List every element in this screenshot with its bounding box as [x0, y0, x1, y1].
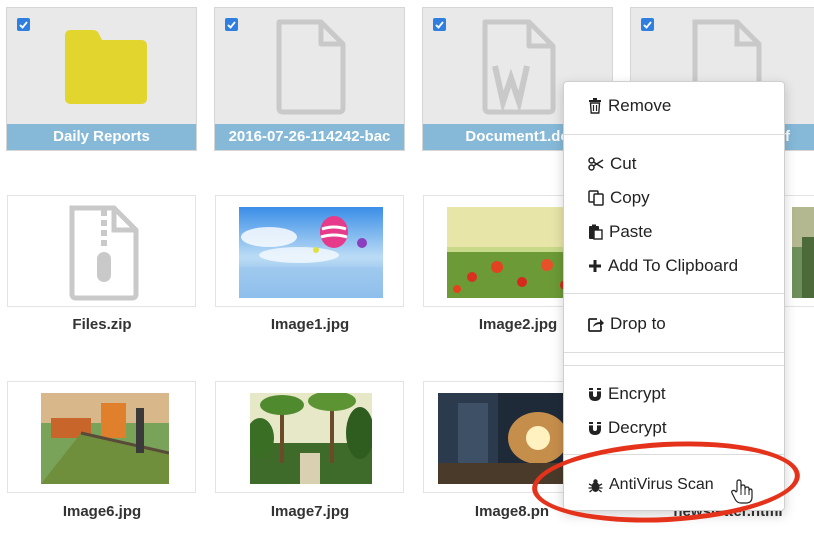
- paste-icon: [589, 224, 603, 240]
- plus-icon: [589, 260, 601, 272]
- menu-item-label: Add To Clipboard: [608, 256, 739, 275]
- file-icon: [276, 19, 346, 115]
- menu-item-decrypt[interactable]: Decrypt: [588, 416, 667, 440]
- file-tile-files-zip[interactable]: [7, 195, 196, 307]
- image-thumbnail: [239, 207, 383, 298]
- image-thumbnail: [792, 207, 814, 298]
- menu-item-label: Cut: [610, 154, 637, 173]
- scissors-icon: [588, 157, 604, 171]
- menu-item-label: Encrypt: [608, 384, 666, 403]
- trash-icon: [589, 98, 601, 114]
- file-name: 2016-07-26-114242-bac: [215, 124, 404, 150]
- menu-item-label: Drop to: [610, 314, 666, 333]
- file-name: Image7.jpg: [270, 503, 350, 520]
- menu-separator: [564, 352, 784, 353]
- checkbox-checked[interactable]: [225, 18, 238, 31]
- share-icon: [588, 317, 604, 332]
- file-name: Image6.jpg: [62, 503, 142, 520]
- hand-cursor-icon: [731, 479, 753, 504]
- image-thumbnail: [250, 393, 372, 484]
- menu-separator: [564, 293, 784, 294]
- menu-item-label: Decrypt: [608, 418, 667, 437]
- file-name: Files.zip: [72, 316, 132, 333]
- menu-item-cut[interactable]: Cut: [588, 152, 636, 176]
- menu-item-remove[interactable]: Remove: [588, 94, 671, 118]
- menu-separator: [564, 134, 784, 135]
- menu-item-drop-to[interactable]: Drop to: [588, 312, 666, 336]
- word-document-icon: [482, 19, 556, 115]
- menu-item-encrypt[interactable]: Encrypt: [588, 382, 666, 406]
- magnet-icon: [589, 387, 601, 401]
- checkbox-checked[interactable]: [641, 18, 654, 31]
- file-tile-backup[interactable]: 2016-07-26-114242-bac: [214, 7, 405, 151]
- menu-item-label: Paste: [609, 222, 653, 241]
- menu-item-add-to-clipboard[interactable]: Add To Clipboard: [588, 254, 738, 278]
- copy-icon: [588, 190, 604, 206]
- folder-icon: [65, 30, 147, 104]
- file-name: Daily Reports: [7, 124, 196, 150]
- file-tile-image7[interactable]: [215, 381, 404, 493]
- magnet-icon: [589, 421, 601, 435]
- menu-item-label: Copy: [610, 188, 650, 207]
- menu-item-paste[interactable]: Paste: [588, 220, 652, 244]
- file-name: Image1.jpg: [270, 316, 350, 333]
- menu-item-label: Remove: [608, 96, 672, 115]
- zip-file-icon: [69, 205, 139, 301]
- menu-separator: [564, 365, 784, 366]
- file-tile-image6[interactable]: [7, 381, 196, 493]
- checkbox-checked[interactable]: [433, 18, 446, 31]
- file-tile-image1[interactable]: [215, 195, 404, 307]
- image-thumbnail: [41, 393, 169, 484]
- file-tile-daily-reports[interactable]: Daily Reports: [6, 7, 197, 151]
- checkbox-checked[interactable]: [17, 18, 30, 31]
- menu-item-copy[interactable]: Copy: [588, 186, 650, 210]
